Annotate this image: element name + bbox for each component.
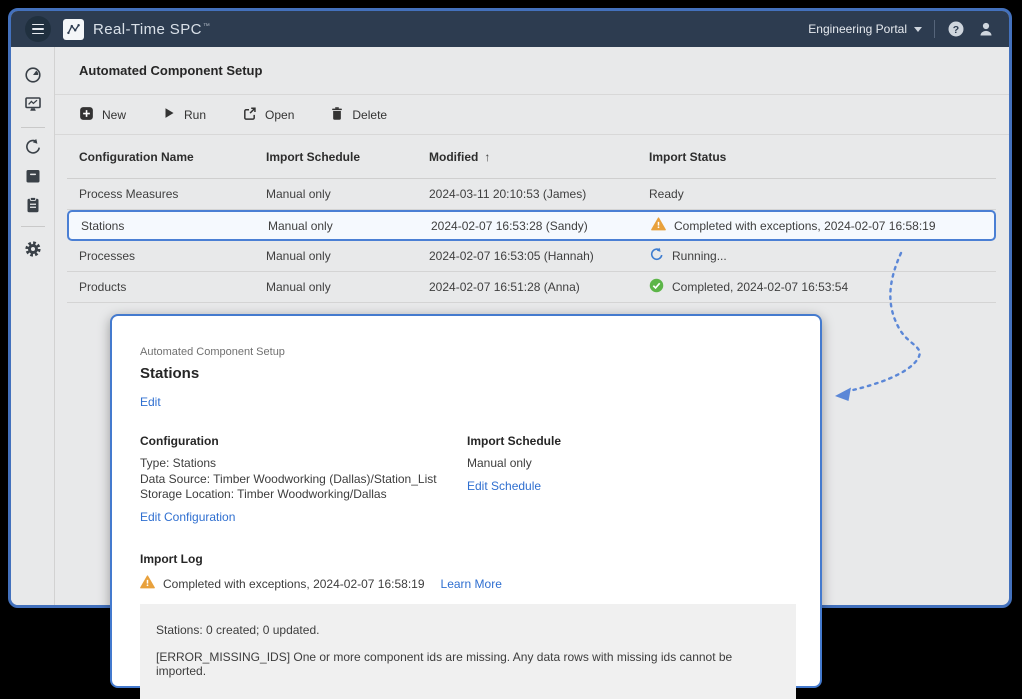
column-header-import-status[interactable]: Import Status — [649, 135, 726, 178]
configuration-data-source: Data Source: Timber Woodworking (Dallas)… — [140, 472, 467, 488]
import-log-status-text: Completed with exceptions, 2024-02-07 16… — [163, 577, 425, 591]
import-schedule-section: Import Schedule Manual only Edit Schedul… — [467, 434, 561, 526]
table-row-stations-selected[interactable]: Stations Manual only 2024-02-07 16:53:28… — [67, 210, 996, 241]
sync-icon[interactable] — [24, 138, 42, 156]
status-text: Completed, 2024-02-07 16:53:54 — [672, 280, 848, 294]
svg-text:?: ? — [953, 24, 959, 36]
play-icon — [162, 106, 176, 123]
clipboard-icon[interactable] — [24, 196, 42, 214]
open-external-icon — [242, 106, 257, 124]
table-row-processes[interactable]: Processes Manual only 2024-02-07 16:53:0… — [67, 241, 996, 272]
delete-button[interactable]: Delete — [330, 106, 387, 124]
success-check-icon — [649, 278, 664, 296]
archive-box-icon[interactable] — [24, 167, 42, 185]
trash-icon — [330, 106, 344, 124]
table-row-products[interactable]: Products Manual only 2024-02-07 16:51:28… — [67, 272, 996, 303]
table-row-process-measures[interactable]: Process Measures Manual only 2024-03-11 … — [67, 179, 996, 210]
portal-dropdown-label: Engineering Portal — [808, 22, 907, 36]
import-schedule-value: Manual only — [467, 456, 561, 472]
edit-schedule-link[interactable]: Edit Schedule — [467, 479, 541, 493]
warning-icon — [651, 217, 666, 234]
status-text: Completed with exceptions, 2024-02-07 16… — [674, 219, 936, 233]
learn-more-link[interactable]: Learn More — [441, 577, 502, 591]
log-line-error: [ERROR_MISSING_IDS] One or more componen… — [156, 650, 780, 678]
page-title: Automated Component Setup — [55, 47, 1009, 95]
configuration-type: Type: Stations — [140, 456, 467, 472]
chevron-down-icon — [914, 27, 922, 32]
app-logo-icon — [63, 19, 84, 40]
open-button[interactable]: Open — [242, 106, 294, 124]
help-icon[interactable]: ? — [947, 20, 965, 38]
run-button[interactable]: Run — [162, 106, 206, 123]
top-bar: Real-Time SPC™ Engineering Portal ? — [11, 11, 1009, 47]
sort-ascending-icon: ↑ — [484, 150, 490, 164]
hamburger-menu-icon[interactable] — [25, 16, 51, 42]
stations-detail-panel: Automated Component Setup Stations Edit … — [110, 314, 822, 688]
sidebar-divider — [21, 226, 45, 227]
sidebar-divider — [21, 127, 45, 128]
status-text: Ready — [649, 187, 684, 201]
import-log-heading: Import Log — [140, 552, 792, 566]
topbar-divider — [934, 20, 935, 38]
warning-icon — [140, 575, 155, 594]
configurations-table: Configuration Name Import Schedule Modif… — [67, 135, 996, 303]
import-log-section: Import Log Completed with exceptions, 20… — [140, 552, 792, 699]
edit-configuration-link[interactable]: Edit Configuration — [140, 510, 235, 524]
detail-breadcrumb: Automated Component Setup — [140, 346, 792, 358]
import-log-output: Stations: 0 created; 0 updated. [ERROR_M… — [140, 604, 796, 699]
column-header-modified[interactable]: Modified ↑ — [429, 135, 490, 178]
column-header-import-schedule[interactable]: Import Schedule — [266, 135, 360, 178]
user-account-icon[interactable] — [977, 20, 995, 38]
import-schedule-heading: Import Schedule — [467, 434, 561, 448]
toolbar: New Run Open — [55, 95, 1009, 135]
configuration-storage-location: Storage Location: Timber Woodworking/Dal… — [140, 487, 467, 503]
trademark-symbol: ™ — [203, 23, 210, 30]
settings-gear-icon[interactable] — [24, 240, 42, 258]
status-text: Running... — [672, 249, 727, 263]
log-line-summary: Stations: 0 created; 0 updated. — [156, 623, 780, 637]
portal-dropdown[interactable]: Engineering Portal — [808, 22, 922, 36]
app-title: Real-Time SPC™ — [93, 21, 210, 38]
dashboard-gauge-icon[interactable] — [24, 66, 42, 84]
detail-title: Stations — [140, 365, 792, 382]
column-header-configuration-name[interactable]: Configuration Name — [79, 135, 194, 178]
edit-link[interactable]: Edit — [140, 395, 161, 409]
left-nav-sidebar — [11, 47, 55, 605]
chart-monitor-icon[interactable] — [24, 95, 42, 113]
table-header-row: Configuration Name Import Schedule Modif… — [67, 135, 996, 179]
configuration-section: Configuration Type: Stations Data Source… — [140, 434, 467, 526]
configuration-heading: Configuration — [140, 434, 467, 448]
running-refresh-icon — [649, 247, 664, 265]
new-button[interactable]: New — [79, 106, 126, 124]
plus-square-icon — [79, 106, 94, 124]
